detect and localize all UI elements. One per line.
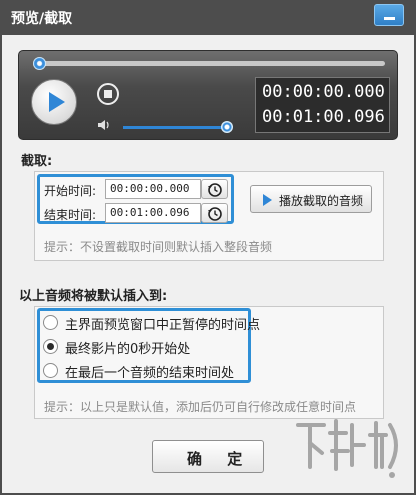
start-time-set-button[interactable] [201,179,228,199]
insert-section-label: 以上音频将被默认插入到: [19,289,168,304]
start-time-label: 开始时间: [44,184,97,198]
insert-option-label: 主界面预览窗口中正暂停的时间点 [65,318,261,333]
play-captured-audio-label: 播放截取的音频 [279,194,364,208]
minimize-button[interactable] [374,4,404,26]
volume-slider[interactable] [123,126,227,129]
window-title: 预览/截取 [11,11,73,27]
seek-handle[interactable] [33,57,46,70]
ok-button[interactable]: 确 定 [152,440,264,473]
insert-option-label: 最终影片的0秒开始处 [65,342,191,357]
speaker-icon [98,120,109,130]
start-time-input[interactable]: 00:00:00.000 [105,179,201,199]
radio-button-checked[interactable] [43,339,58,354]
watermark-logo [296,419,398,478]
play-icon [263,194,272,206]
play-captured-audio-button[interactable]: 播放截取的音频 [250,185,372,213]
play-icon [49,92,65,112]
title-bar: 预览/截取 [0,0,416,35]
volume-handle[interactable] [221,121,233,133]
clock-icon [208,183,222,197]
capture-hint: 提示：不设置截取时间则默认插入整段音频 [44,240,273,254]
time-display: 00:00:00.000 00:01:00.096 [255,77,390,133]
seek-bar[interactable] [33,61,385,66]
play-button[interactable] [31,79,77,125]
minimize-icon [384,17,395,20]
clock-icon [208,207,222,221]
end-time-input[interactable]: 00:01:00.096 [105,203,201,223]
radio-button[interactable] [43,363,58,378]
radio-button[interactable] [43,315,58,330]
stop-button[interactable] [97,83,119,105]
stop-icon [104,90,112,98]
end-time-label: 结束时间: [44,208,97,222]
capture-section-label: 截取: [21,154,53,169]
end-time-set-button[interactable] [201,203,228,223]
ok-button-label: 确 定 [187,450,253,468]
current-time: 00:00:00.000 [262,82,385,102]
insert-option-label: 在最后一个音频的结束时间处 [65,366,235,381]
media-player: 00:00:00.000 00:01:00.096 [18,50,398,140]
total-time: 00:01:00.096 [262,107,385,127]
